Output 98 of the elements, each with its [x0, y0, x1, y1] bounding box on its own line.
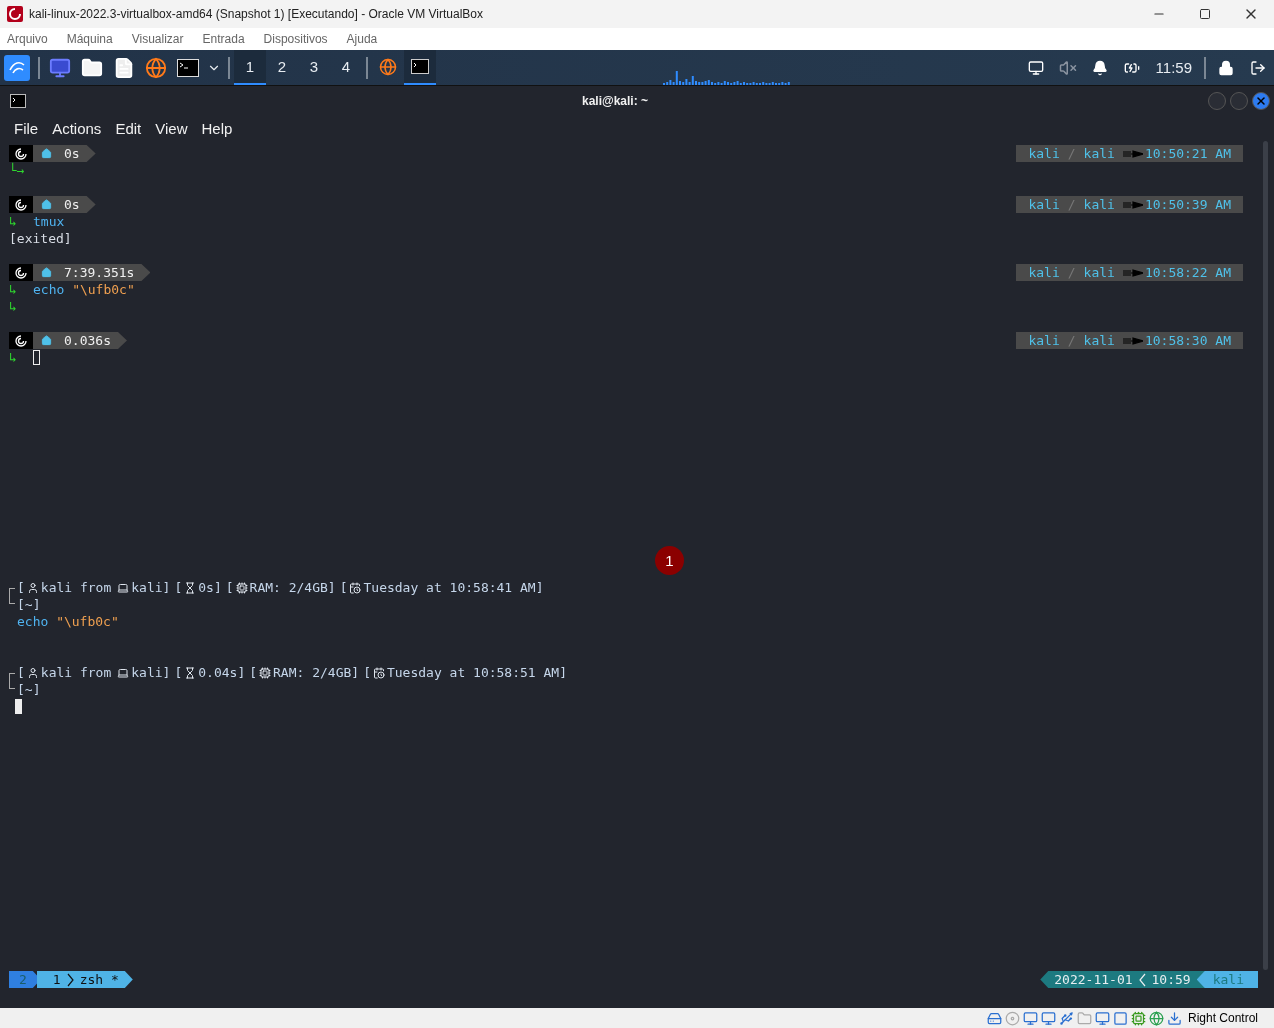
user-icon	[26, 666, 39, 679]
bracket-text: [	[174, 665, 183, 680]
window-segment[interactable]: 1 zsh *	[36, 971, 133, 988]
menu-item[interactable]: File	[14, 120, 39, 137]
prompt-arrow: ↳	[9, 350, 18, 365]
host-segment: kali	[1196, 971, 1258, 988]
info-text: kali]	[131, 580, 171, 595]
info-text: 0.04s]	[198, 665, 246, 680]
window-title: kali-linux-2022.3-virtualbox-amd64 (Snapshot 1) [Executando] - Oracle VM VirtualBox	[29, 7, 484, 21]
menu-item[interactable]: Actions	[52, 120, 102, 137]
arrow-icon	[1122, 148, 1143, 159]
home-icon	[41, 199, 52, 210]
bracket-text: [	[363, 665, 371, 680]
maximize-icon	[1199, 8, 1211, 20]
menu-item[interactable]: Arquivo	[7, 32, 48, 46]
host-key-label: Right Control	[1187, 1011, 1258, 1025]
info-text: RAM: 2/4GB]	[273, 665, 360, 680]
prompt-arrow: └→	[9, 163, 26, 178]
prompt-arrow: ↳	[9, 299, 18, 314]
info-text: 0s]	[198, 580, 222, 595]
swirl-logo-icon	[15, 198, 27, 211]
menu-item[interactable]: Help	[201, 120, 233, 137]
home-icon	[41, 335, 52, 346]
bracket-text: [	[17, 580, 25, 595]
command-text: echo "\ufb0c"	[33, 282, 135, 297]
swirl-logo-icon	[15, 334, 27, 347]
info-text: Tuesday at 10:58:41 AM]	[363, 580, 544, 595]
menu-item[interactable]: Dispositivos	[263, 32, 328, 46]
display-icon[interactable]	[1094, 1010, 1110, 1026]
calendar-icon	[349, 581, 362, 594]
menu-item[interactable]: Edit	[115, 120, 142, 137]
duration-segment: 0.036s	[33, 332, 127, 349]
cpu-icon[interactable]	[1130, 1010, 1146, 1026]
chevron-left-icon	[1138, 972, 1146, 987]
usb-icon[interactable]	[1058, 1010, 1074, 1026]
menu-item[interactable]: View	[155, 120, 188, 137]
download-icon[interactable]	[1166, 1010, 1182, 1026]
bracket-text: [	[339, 580, 348, 595]
command-text: tmux	[33, 214, 65, 229]
globe-icon	[379, 57, 397, 76]
right-prompt: kali / kali 10:50:21 AM	[1016, 145, 1243, 162]
user-icon	[26, 581, 39, 594]
cwd-text: [~]	[17, 682, 41, 697]
info-text: kali from	[40, 580, 112, 595]
terminal-icon	[10, 94, 26, 108]
marker-badge: 1	[655, 546, 684, 575]
cpu-icon	[259, 666, 272, 679]
right-prompt: kali / kali 10:50:39 AM	[1016, 196, 1243, 213]
menu-item[interactable]: Visualizar	[131, 32, 184, 46]
panel-clock[interactable]: 11:59	[1155, 59, 1192, 76]
workspace-button[interactable]: 1	[234, 50, 266, 85]
prompt-arrow: ↳	[9, 282, 18, 297]
menu-item[interactable]: Entrada	[202, 32, 245, 46]
info-text: kali]	[131, 665, 171, 680]
cwd-text: [~]	[17, 597, 41, 612]
menu-item[interactable]: Máquina	[66, 32, 113, 46]
bracket-text: [	[225, 580, 234, 595]
hourglass-icon	[184, 581, 197, 594]
workspace-button[interactable]: 3	[298, 50, 330, 85]
duration-segment: 0s	[33, 196, 96, 213]
home-icon	[41, 267, 52, 278]
terminal-icon	[411, 59, 429, 74]
info-text: Tuesday at 10:58:51 AM]	[386, 665, 567, 680]
laptop-icon	[117, 581, 130, 594]
close-button[interactable]	[1252, 92, 1270, 110]
info-text: kali from	[40, 665, 112, 680]
terminal-task-button[interactable]	[404, 50, 436, 85]
output-text: [exited]	[9, 231, 72, 246]
right-prompt: kali / kali 10:58:22 AM	[1016, 264, 1243, 281]
arrow-icon	[1122, 267, 1143, 278]
cpu-icon	[235, 581, 248, 594]
workspace-button[interactable]: 4	[330, 50, 362, 85]
laptop-icon	[117, 666, 130, 679]
globe-icon[interactable]	[1148, 1010, 1164, 1026]
close-icon	[1255, 95, 1267, 107]
bracket-text: [	[174, 580, 183, 595]
hourglass-icon	[184, 666, 197, 679]
terminal-title: kali@kali: ~	[580, 94, 650, 108]
date-segment: 2022-11-01 10:59	[1040, 971, 1205, 988]
scrollbar[interactable]	[1263, 141, 1268, 970]
arrow-icon	[1122, 335, 1143, 346]
menu-item[interactable]: Ajuda	[346, 32, 378, 46]
bracket-text: [	[17, 665, 25, 680]
right-prompt: kali / kali 10:58:30 AM	[1016, 332, 1243, 349]
duration-segment: 7:39.351s	[33, 264, 151, 281]
arrow-icon	[1122, 199, 1143, 210]
swirl-logo-icon	[15, 266, 27, 279]
chevron-right-icon	[66, 972, 74, 987]
swirl-logo-icon	[15, 147, 27, 160]
prompt-arrow: ↳	[9, 214, 18, 229]
workspace-button[interactable]: 2	[266, 50, 298, 85]
duration-segment: 0s	[33, 145, 96, 162]
info-text: RAM: 2/4GB]	[249, 580, 336, 595]
home-icon	[41, 148, 52, 159]
command-text: echo "\ufb0c"	[17, 614, 119, 629]
calendar-icon	[372, 666, 385, 679]
bracket-text: [	[249, 665, 258, 680]
app-logo-icon	[7, 6, 23, 22]
